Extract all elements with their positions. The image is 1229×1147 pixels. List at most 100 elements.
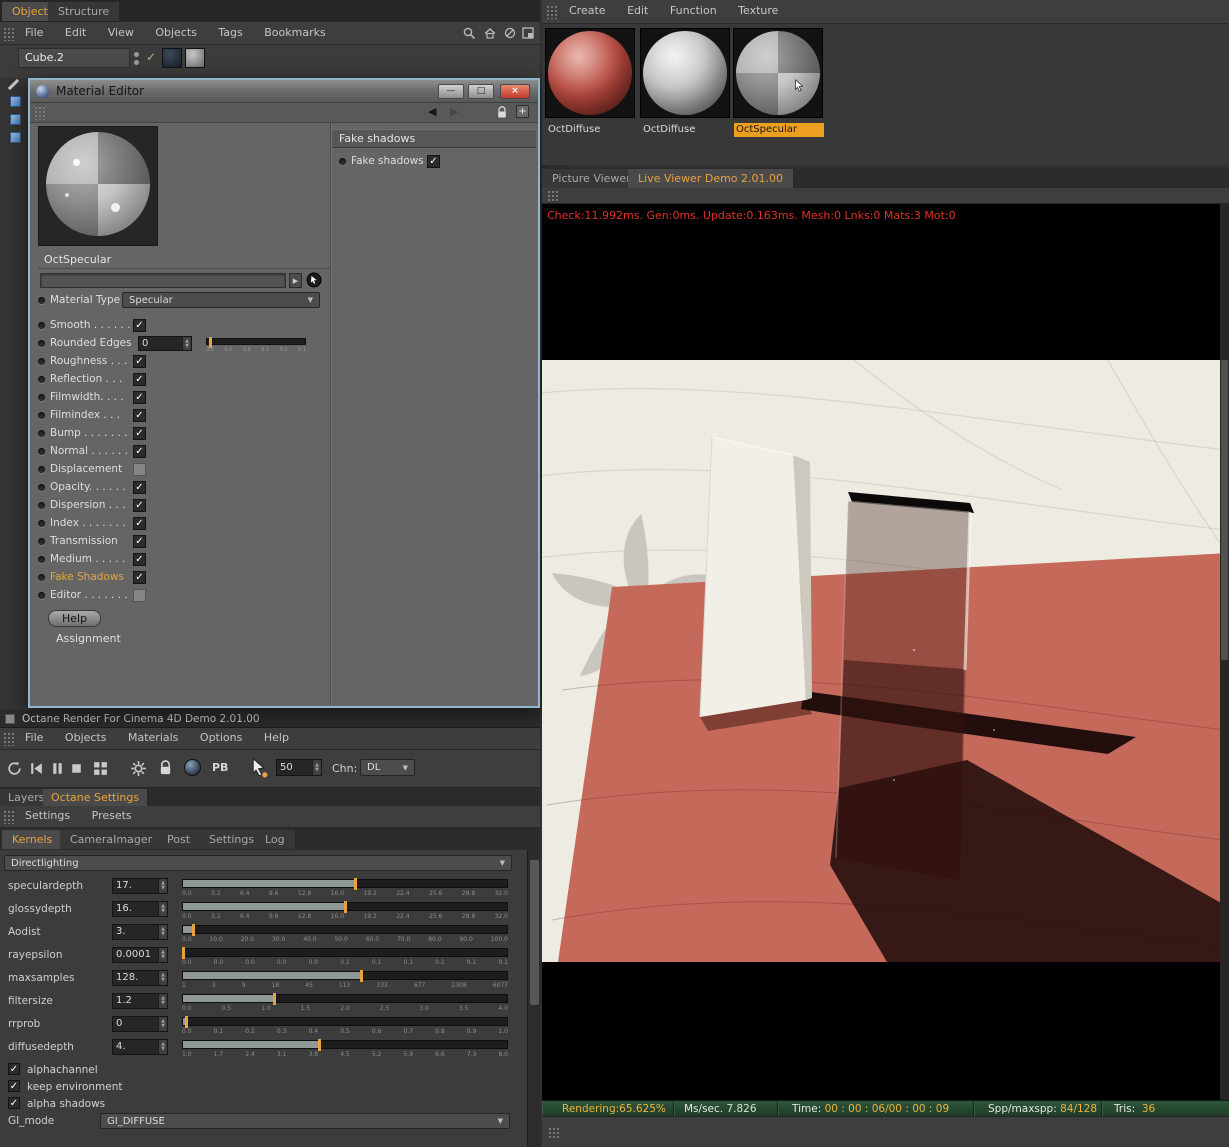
gear-icon[interactable] — [130, 760, 147, 780]
kernel-param-spinner[interactable]: 16. ▲ ▼ — [112, 901, 168, 917]
kernel-param-slider[interactable] — [182, 1016, 508, 1028]
visibility-dots-icon[interactable] — [134, 52, 140, 66]
channel-checkbox[interactable]: ✓ — [133, 517, 146, 530]
channel-label[interactable]: Opacity. . . . . . — [50, 481, 126, 493]
kernel-param-spinner[interactable]: 3. ▲ ▼ — [112, 924, 168, 940]
tab-picture-viewer[interactable]: Picture Viewer — [542, 169, 642, 188]
home-icon[interactable] — [483, 26, 497, 43]
channel-checkbox[interactable]: ✓ — [133, 535, 146, 548]
kernel-param-spinner[interactable]: 4. ▲ ▼ — [112, 1039, 168, 1055]
menu-edit[interactable]: Edit — [618, 0, 657, 21]
material-tag-thumbnail[interactable] — [185, 48, 205, 68]
channel-checkbox[interactable]: ✓ — [133, 499, 146, 512]
samples-spinner[interactable]: 50 ▲ ▼ — [276, 759, 322, 776]
kernel-param-slider[interactable] — [182, 1039, 508, 1051]
panel-grip[interactable] — [2, 809, 14, 824]
viewer-scrollbar[interactable] — [1220, 204, 1229, 1100]
search-icon[interactable] — [462, 26, 476, 43]
subtab-presets[interactable]: Presets — [83, 806, 141, 826]
menu-texture[interactable]: Texture — [729, 0, 787, 21]
menu-bookmarks[interactable]: Bookmarks — [255, 22, 334, 43]
channel-label[interactable]: Filmindex . . . — [50, 409, 120, 421]
tab-kernels[interactable]: Kernels — [2, 830, 64, 849]
channel-checkbox[interactable]: ✓ — [133, 355, 146, 368]
null-filter-icon[interactable] — [503, 26, 517, 43]
kernel-param-slider[interactable] — [182, 970, 508, 982]
menu-file[interactable]: File — [16, 22, 52, 43]
channel-label[interactable]: Dispersion . . . — [50, 499, 125, 511]
menu-view[interactable]: View — [99, 22, 143, 43]
kernel-option-checkbox[interactable]: ✓ — [8, 1063, 20, 1075]
kernel-param-spinner[interactable]: 17. ▲ ▼ — [112, 878, 168, 894]
lock-resolution-icon[interactable] — [158, 760, 173, 779]
channel-label[interactable]: Fake Shadows — [50, 571, 124, 583]
panel-grip[interactable] — [2, 26, 14, 41]
material-preview[interactable] — [38, 126, 158, 246]
spinner-arrows-icon[interactable]: ▲ ▼ — [158, 971, 167, 985]
menu-help[interactable]: Help — [255, 728, 298, 748]
kernel-param-slider[interactable] — [182, 924, 508, 936]
material-editor-titlebar[interactable]: Material Editor — □ × — [30, 80, 538, 103]
channel-checkbox[interactable]: ✓ — [133, 427, 146, 440]
rounded-edges-spinner[interactable]: 0 ▲ ▼ — [138, 336, 192, 351]
tab-post[interactable]: Post — [157, 830, 202, 849]
subtab-settings[interactable]: Settings — [16, 806, 79, 826]
tab-structure[interactable]: Structure — [48, 2, 121, 21]
panel-grip[interactable] — [546, 189, 558, 202]
octane-titlebar[interactable]: Octane Render For Cinema 4D Demo 2.01.00 — [0, 710, 540, 728]
menu-create[interactable]: Create — [560, 0, 615, 21]
spinner-arrows-icon[interactable]: ▲ ▼ — [158, 1017, 167, 1031]
pause-icon[interactable] — [49, 760, 66, 780]
node-editor-icon[interactable] — [306, 272, 322, 291]
spinner-arrows-icon[interactable]: ▲ ▼ — [158, 1040, 167, 1054]
channel-label[interactable]: Normal . . . . . . — [50, 445, 128, 457]
spinner-arrows-icon[interactable]: ▲ ▼ — [158, 902, 167, 916]
channel-checkbox[interactable] — [133, 463, 146, 476]
pb-button[interactable]: PB — [212, 761, 228, 774]
cube-object-icon[interactable] — [10, 132, 21, 143]
spinner-arrows-icon[interactable]: ▲ ▼ — [158, 994, 167, 1008]
help-button[interactable]: Help — [48, 610, 102, 627]
kernel-param-slider[interactable] — [182, 878, 508, 890]
scrollbar-thumb[interactable] — [530, 860, 539, 1005]
material-swatch-selected[interactable]: OctSpecular — [733, 28, 824, 137]
panel-grip[interactable] — [33, 105, 46, 120]
channel-checkbox[interactable]: ✓ — [133, 553, 146, 566]
close-button[interactable]: × — [500, 84, 530, 99]
channel-label[interactable]: Roughness . . . — [50, 355, 127, 367]
panel-grip[interactable] — [2, 731, 14, 746]
spinner-arrows-icon[interactable]: ▲ ▼ — [158, 948, 167, 962]
skip-start-icon[interactable] — [28, 760, 45, 780]
material-name[interactable]: OctDiffuse — [641, 123, 731, 137]
spinner-arrows-icon[interactable]: ▲ ▼ — [182, 337, 191, 350]
expand-arrow-button[interactable]: ▶ — [289, 273, 302, 288]
channel-label[interactable]: Bump . . . . . . . — [50, 427, 127, 439]
spinner-arrows-icon[interactable]: ▲ ▼ — [158, 925, 167, 939]
material-name[interactable]: OctSpecular — [734, 123, 824, 137]
assignment-label[interactable]: Assignment — [56, 632, 121, 645]
spinner-arrows-icon[interactable]: ▲ ▼ — [312, 760, 321, 775]
tab-live-viewer[interactable]: Live Viewer Demo 2.01.00 — [628, 169, 795, 188]
kernel-param-spinner[interactable]: 0.0001 ▲ ▼ — [112, 947, 168, 963]
maximize-button[interactable]: □ — [468, 84, 494, 99]
pencil-icon[interactable] — [7, 78, 20, 91]
material-name-input[interactable] — [40, 273, 286, 288]
nav-back-icon[interactable]: ◀ — [428, 105, 436, 118]
kernel-param-slider[interactable] — [182, 993, 508, 1005]
object-item-cube[interactable]: Cube.2 — [18, 48, 130, 68]
tab-cameraimager[interactable]: CameraImager — [60, 830, 164, 849]
menu-options[interactable]: Options — [191, 728, 251, 748]
spinner-arrows-icon[interactable]: ▲ ▼ — [158, 879, 167, 893]
restart-render-icon[interactable] — [6, 760, 23, 780]
channel-label[interactable]: Smooth . . . . . . — [50, 319, 131, 331]
kernel-param-spinner[interactable]: 1.2 ▲ ▼ — [112, 993, 168, 1009]
kernel-param-spinner[interactable]: 0 ▲ ▼ — [112, 1016, 168, 1032]
cube-object-icon[interactable] — [10, 114, 21, 125]
channel-checkbox[interactable]: ✓ — [133, 391, 146, 404]
kernel-param-slider[interactable] — [182, 901, 508, 913]
octane-scrollbar[interactable] — [527, 850, 540, 1147]
channel-checkbox[interactable]: ✓ — [133, 481, 146, 494]
fake-shadows-checkbox[interactable]: ✓ — [427, 155, 440, 168]
menu-objects[interactable]: Objects — [56, 728, 116, 748]
region-grid-icon[interactable] — [92, 760, 109, 780]
